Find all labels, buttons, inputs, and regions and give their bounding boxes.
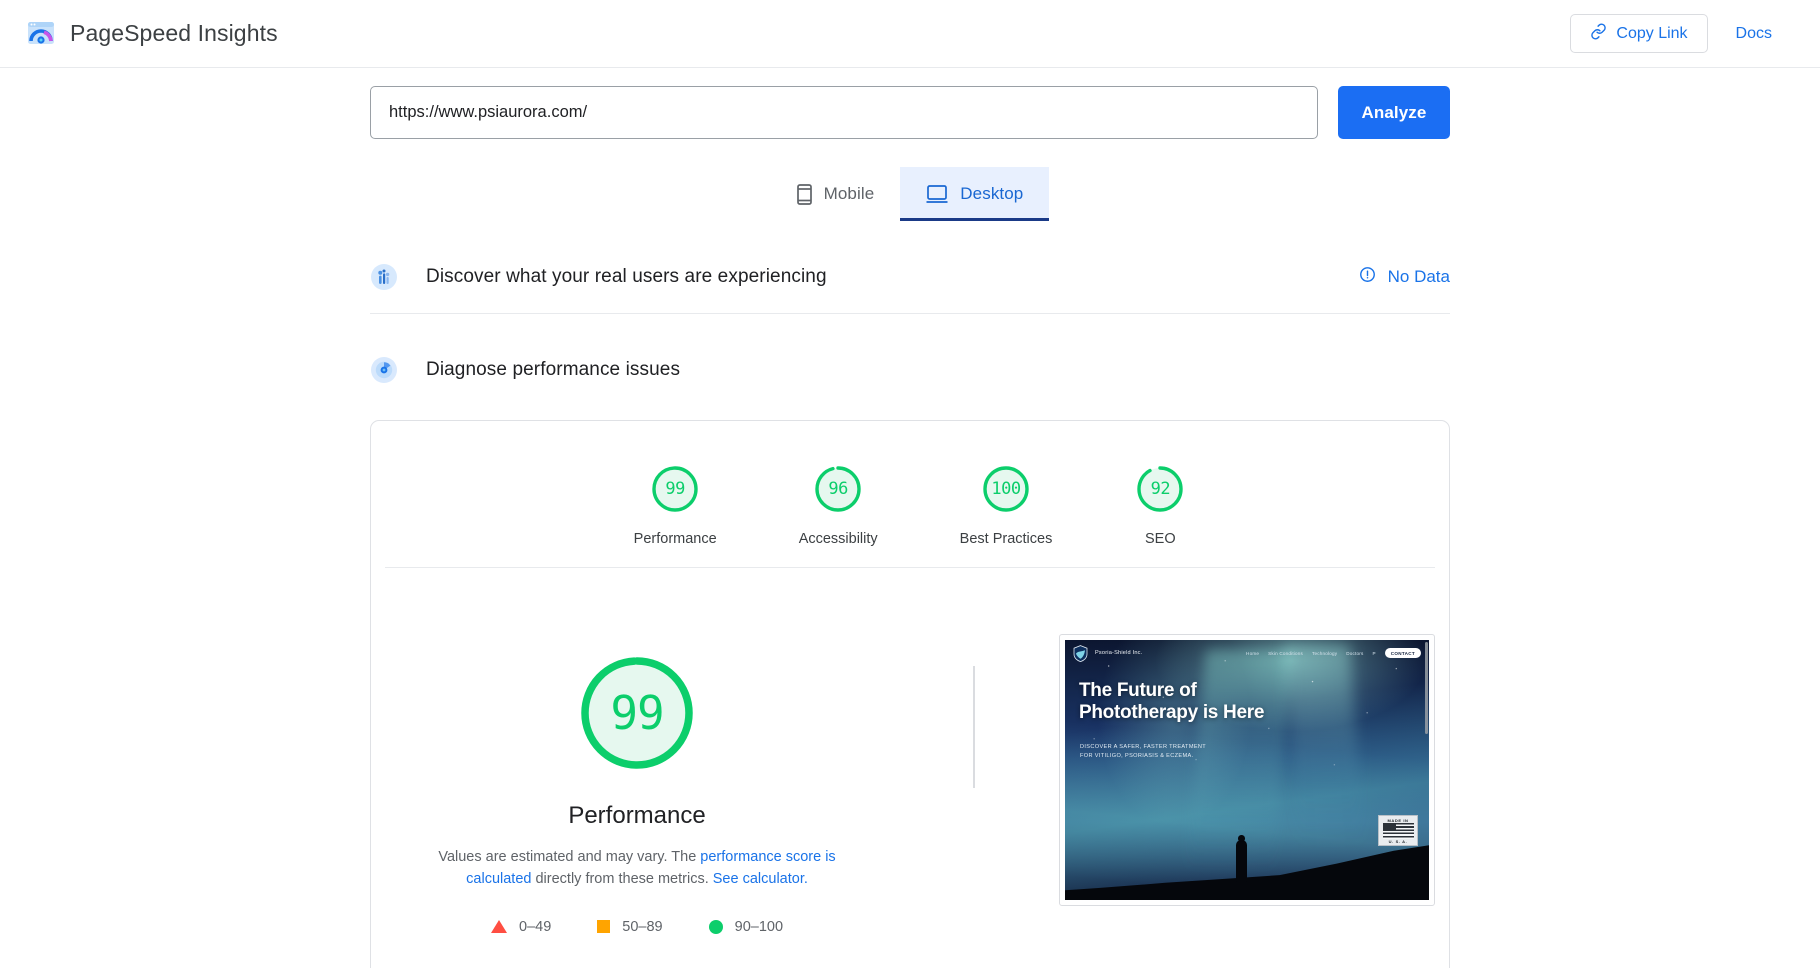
url-input[interactable] — [370, 86, 1318, 139]
field-data-title: Discover what your real users are experi… — [426, 266, 827, 287]
category-score-best-practices[interactable]: 100 Best Practices — [959, 463, 1053, 547]
performance-gauge-title: Performance — [568, 802, 706, 829]
vertical-divider — [973, 666, 975, 788]
copy-link-button[interactable]: Copy Link — [1570, 14, 1708, 53]
site-subheadline: DISCOVER A SAFER, FASTER TREATMENT FOR V… — [1080, 743, 1206, 760]
category-score-accessibility[interactable]: 96 Accessibility — [799, 463, 878, 547]
circle-icon — [708, 919, 723, 934]
usa-flag-icon — [1382, 822, 1414, 839]
score-value: 99 — [665, 479, 685, 499]
performance-gauge: 99 — [572, 648, 702, 778]
score-gauge-ring: 99 — [649, 463, 701, 515]
site-contact-button: CONTACT — [1384, 647, 1421, 659]
brand: PageSpeed Insights — [26, 19, 278, 49]
tab-desktop-label: Desktop — [960, 184, 1024, 203]
real-users-icon — [370, 263, 398, 291]
square-icon — [597, 920, 611, 934]
triangle-icon — [491, 920, 508, 934]
site-nav-item: Doctors — [1346, 650, 1364, 656]
caption-text-2: directly from these metrics. — [531, 871, 713, 888]
center-column: Analyze Mobile — [370, 86, 1450, 968]
score-gauge-ring: 96 — [812, 463, 864, 515]
page-screenshot-image: Psoria-Shield Inc. Home Skin Conditions … — [1065, 640, 1429, 900]
site-navbar: Psoria-Shield Inc. Home Skin Conditions … — [1065, 640, 1429, 666]
field-data-status[interactable]: No Data — [1359, 266, 1450, 288]
site-nav-item: Technology — [1312, 650, 1338, 656]
performance-score-value: 99 — [610, 686, 664, 740]
site-brand-name: Psoria-Shield Inc. — [1095, 650, 1143, 656]
shield-logo-icon — [1073, 644, 1088, 662]
legend-item-poor: 0–49 — [491, 919, 551, 935]
score-gauge-ring: 100 — [980, 463, 1032, 515]
page-screenshot-column: Psoria-Shield Inc. Home Skin Conditions … — [1059, 626, 1435, 935]
site-subheadline-line-2: FOR VITILIGO, PSORIASIS & ECZEMA. — [1080, 752, 1194, 759]
performance-caption: Values are estimated and may vary. The p… — [417, 846, 857, 891]
mobile-icon — [796, 183, 812, 205]
site-subheadline-line-1: DISCOVER A SAFER, FASTER TREATMENT — [1080, 744, 1207, 750]
legend-range: 90–100 — [734, 918, 784, 935]
score-gauge-ring: 92 — [1134, 463, 1186, 515]
site-headline-line-1: The Future of — [1079, 680, 1197, 701]
tab-mobile-label: Mobile — [823, 184, 875, 203]
score-label: SEO — [1145, 531, 1176, 547]
caption-text-1: Values are estimated and may vary. The — [438, 849, 701, 865]
category-scores-strip: 99 Performance 96 Accessibility 100 Best… — [385, 421, 1435, 568]
legend-range: 0–49 — [519, 918, 552, 935]
score-value: 92 — [1150, 479, 1171, 499]
info-icon — [1359, 266, 1376, 288]
site-headline-line-2: Phototherapy is Here — [1079, 702, 1265, 724]
site-nav-item: Home — [1246, 650, 1260, 656]
pagespeed-logo-icon — [26, 19, 56, 49]
category-score-seo[interactable]: 92 SEO — [1134, 463, 1186, 547]
field-data-status-label: No Data — [1387, 267, 1450, 286]
score-value: 96 — [828, 479, 848, 499]
badge-bottom-text: U. S. A. — [1388, 838, 1408, 844]
results-card: 99 Performance 96 Accessibility 100 Best… — [370, 420, 1450, 968]
legend-item-good: 90–100 — [708, 918, 784, 935]
score-value: 100 — [991, 479, 1021, 499]
tab-desktop[interactable]: Desktop — [900, 167, 1050, 221]
see-calculator-link[interactable]: See calculator. — [713, 871, 808, 887]
page-title: PageSpeed Insights — [70, 20, 278, 46]
device-tabs: Mobile Desktop — [771, 167, 1050, 221]
link-icon — [1590, 23, 1607, 45]
category-score-performance[interactable]: 99 Performance — [634, 463, 717, 547]
tab-mobile[interactable]: Mobile — [771, 167, 901, 221]
docs-link[interactable]: Docs — [1714, 14, 1794, 53]
score-label: Performance — [633, 531, 717, 547]
person-silhouette — [1236, 835, 1248, 882]
copy-link-label: Copy Link — [1616, 24, 1688, 42]
analyze-button[interactable]: Analyze — [1338, 86, 1450, 139]
score-legend: 0–49 50–89 90–100 — [491, 919, 783, 935]
made-in-usa-badge: MADE IN U. S. A. — [1378, 815, 1418, 846]
desktop-icon — [926, 184, 948, 204]
header-actions: Copy Link Docs — [1570, 14, 1794, 53]
performance-score-column: 99 Performance Values are estimated and … — [385, 626, 889, 935]
site-nav-item: Skin Conditions — [1268, 650, 1304, 656]
page-screenshot-frame[interactable]: Psoria-Shield Inc. Home Skin Conditions … — [1059, 634, 1435, 906]
legend-item-average: 50–89 — [597, 918, 663, 935]
site-nav-links: Home Skin Conditions Technology Doctors … — [1246, 647, 1421, 659]
diagnose-icon — [370, 356, 398, 384]
site-headline: The Future of Phototherapy is Here — [1079, 680, 1264, 725]
page-content: Analyze Mobile — [0, 68, 1820, 968]
url-bar: Analyze — [370, 86, 1450, 139]
lab-data-title: Diagnose performance issues — [426, 359, 681, 380]
score-label: Best Practices — [959, 531, 1053, 547]
app-header: PageSpeed Insights Copy Link Docs — [0, 0, 1820, 68]
field-data-section: Discover what your real users are experi… — [370, 239, 1450, 314]
performance-overview: 99 Performance Values are estimated and … — [371, 568, 1449, 935]
lab-data-section: Diagnose performance issues — [370, 332, 1450, 406]
screenshot-scrollbar — [1425, 642, 1428, 734]
legend-range: 50–89 — [622, 918, 663, 935]
site-nav-item: P — [1372, 650, 1376, 656]
score-label: Accessibility — [798, 531, 878, 547]
device-tabs-wrapper: Mobile Desktop — [370, 167, 1450, 221]
